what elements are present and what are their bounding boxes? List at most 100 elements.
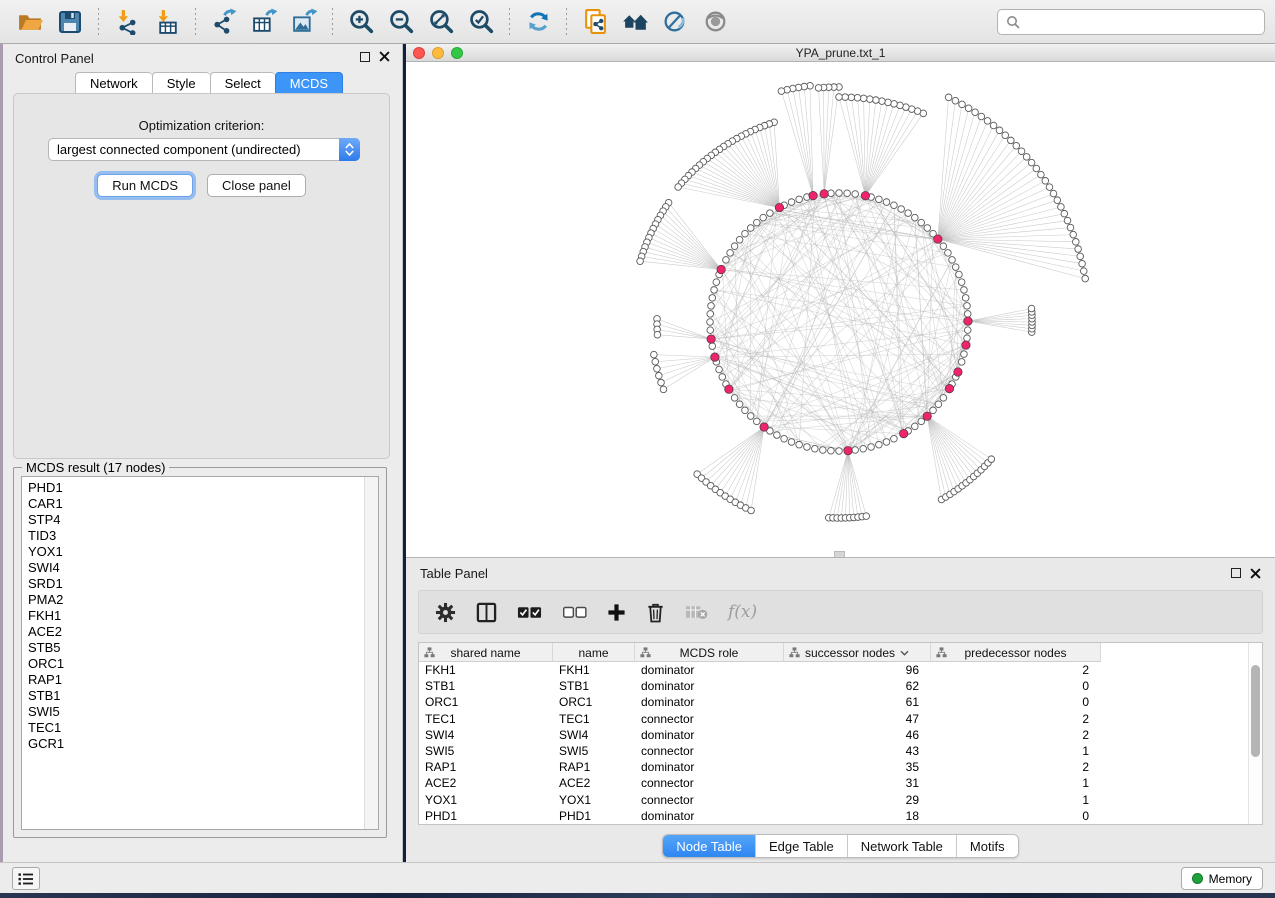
- column-header-mcds_role[interactable]: MCDS role: [635, 643, 784, 662]
- tab-edge-table[interactable]: Edge Table: [756, 835, 848, 857]
- toolbar-separator: [509, 8, 510, 36]
- table-row[interactable]: STB1STB1dominator620: [419, 678, 1248, 694]
- refresh-layout-icon[interactable]: [523, 7, 553, 37]
- mcds-result-item[interactable]: SWI5: [28, 704, 364, 720]
- cell-mcds_role: dominator: [635, 694, 784, 710]
- network-window-titlebar[interactable]: YPA_prune.txt_1: [406, 44, 1275, 62]
- import-table-icon[interactable]: [152, 7, 182, 37]
- mcds-result-item[interactable]: PMA2: [28, 592, 364, 608]
- zoom-in-icon[interactable]: [346, 7, 376, 37]
- select-stepper-icon: [339, 138, 360, 161]
- mcds-result-item[interactable]: TID3: [28, 528, 364, 544]
- zoom-out-icon[interactable]: [386, 7, 416, 37]
- cell-mcds_role: connector: [635, 711, 784, 727]
- table-row[interactable]: RAP1RAP1dominator352: [419, 759, 1248, 775]
- mcds-panel: Optimization criterion: largest connecte…: [13, 93, 390, 459]
- table-row[interactable]: FKH1FKH1dominator962: [419, 662, 1248, 678]
- mcds-result-item[interactable]: SRD1: [28, 576, 364, 592]
- mcds-result-list[interactable]: PHD1CAR1STP4TID3YOX1SWI4SRD1PMA2FKH1ACE2…: [21, 476, 379, 830]
- tab-select[interactable]: Select: [210, 72, 275, 94]
- mcds-result-item[interactable]: STB5: [28, 640, 364, 656]
- mcds-result-item[interactable]: STB1: [28, 688, 364, 704]
- tab-style[interactable]: Style: [152, 72, 210, 94]
- cell-predecessor_nodes: 1: [931, 775, 1101, 791]
- cell-name: RAP1: [553, 759, 635, 775]
- table-row[interactable]: ORC1ORC1dominator610: [419, 694, 1248, 710]
- mcds-result-item[interactable]: FKH1: [28, 608, 364, 624]
- open-session-icon[interactable]: [15, 7, 45, 37]
- float-panel-icon[interactable]: [1231, 568, 1241, 578]
- cell-predecessor_nodes: 2: [931, 759, 1101, 775]
- hide-graphics-details-icon[interactable]: [660, 7, 690, 37]
- deselect-all-columns-icon[interactable]: [562, 605, 587, 619]
- mcds-result-item[interactable]: YOX1: [28, 544, 364, 560]
- export-image-icon[interactable]: [289, 7, 319, 37]
- cell-shared_name: SWI4: [419, 727, 553, 743]
- mcds-result-item[interactable]: ACE2: [28, 624, 364, 640]
- memory-button[interactable]: Memory: [1181, 867, 1263, 890]
- zoom-selected-icon[interactable]: [466, 7, 496, 37]
- cell-predecessor_nodes: 2: [931, 711, 1101, 727]
- column-header-shared_name[interactable]: shared name: [419, 643, 553, 662]
- search-input[interactable]: [1026, 15, 1256, 29]
- mcds-result-item[interactable]: PHD1: [28, 480, 364, 496]
- select-all-columns-icon[interactable]: [517, 605, 542, 619]
- home-icon[interactable]: [620, 7, 650, 37]
- optimization-criterion-select[interactable]: largest connected component (undirected): [48, 138, 360, 161]
- mcds-result-item[interactable]: TEC1: [28, 720, 364, 736]
- close-panel-icon[interactable]: [379, 51, 390, 62]
- delete-table-icon: [685, 604, 708, 620]
- tab-node-table[interactable]: Node Table: [663, 835, 756, 857]
- mcds-result-item[interactable]: ORC1: [28, 656, 364, 672]
- table-settings-gear-icon[interactable]: [435, 602, 456, 623]
- column-header-successor_nodes[interactable]: successor nodes: [784, 643, 931, 662]
- cell-successor_nodes: 47: [784, 711, 931, 727]
- table-scrollbar-thumb[interactable]: [1251, 665, 1260, 757]
- close-panel-button[interactable]: Close panel: [207, 174, 306, 197]
- show-graphics-details-icon[interactable]: [700, 7, 730, 37]
- zoom-fit-icon[interactable]: [426, 7, 456, 37]
- table-row[interactable]: SWI4SWI4dominator462: [419, 727, 1248, 743]
- cell-predecessor_nodes: 0: [931, 808, 1101, 824]
- import-network-icon[interactable]: [112, 7, 142, 37]
- float-panel-icon[interactable]: [360, 52, 370, 62]
- create-column-icon[interactable]: [607, 603, 626, 622]
- cell-name: STB1: [553, 678, 635, 694]
- mcds-result-item[interactable]: GCR1: [28, 736, 364, 752]
- task-history-button[interactable]: [12, 867, 40, 890]
- network-canvas[interactable]: [406, 62, 1275, 557]
- tab-motifs[interactable]: Motifs: [957, 835, 1018, 857]
- table-row[interactable]: PHD1PHD1dominator180: [419, 808, 1248, 824]
- cell-mcds_role: dominator: [635, 727, 784, 743]
- mcds-result-item[interactable]: SWI4: [28, 560, 364, 576]
- network-overview-icon[interactable]: [580, 7, 610, 37]
- save-session-icon[interactable]: [55, 7, 85, 37]
- table-row[interactable]: ACE2ACE2connector311: [419, 775, 1248, 791]
- column-header-predecessor_nodes[interactable]: predecessor nodes: [931, 643, 1101, 662]
- close-panel-icon[interactable]: [1250, 568, 1261, 579]
- export-network-icon[interactable]: [209, 7, 239, 37]
- tab-network[interactable]: Network: [75, 72, 152, 94]
- table-row[interactable]: TEC1TEC1connector472: [419, 711, 1248, 727]
- export-table-icon[interactable]: [249, 7, 279, 37]
- mcds-list-scrollbar[interactable]: [364, 477, 378, 829]
- mcds-result-item[interactable]: CAR1: [28, 496, 364, 512]
- search-field[interactable]: [997, 9, 1265, 35]
- show-column-panel-icon[interactable]: [476, 602, 497, 623]
- run-mcds-button[interactable]: Run MCDS: [97, 174, 193, 197]
- search-icon: [1006, 15, 1020, 29]
- toolbar-separator: [566, 8, 567, 36]
- delete-column-icon[interactable]: [646, 602, 665, 623]
- mcds-result-group: MCDS result (17 nodes) PHD1CAR1STP4TID3Y…: [13, 467, 387, 838]
- table-row[interactable]: YOX1YOX1connector291: [419, 792, 1248, 808]
- table-row[interactable]: SWI5SWI5connector431: [419, 743, 1248, 759]
- tab-mcds[interactable]: MCDS: [275, 72, 343, 94]
- node-table-rows: FKH1FKH1dominator962STB1STB1dominator620…: [419, 662, 1248, 824]
- mcds-result-item[interactable]: STP4: [28, 512, 364, 528]
- tab-network-table[interactable]: Network Table: [848, 835, 957, 857]
- cell-predecessor_nodes: 1: [931, 743, 1101, 759]
- table-scrollbar[interactable]: [1248, 643, 1262, 824]
- column-header-name[interactable]: name: [553, 643, 635, 662]
- cell-shared_name: PHD1: [419, 808, 553, 824]
- mcds-result-item[interactable]: RAP1: [28, 672, 364, 688]
